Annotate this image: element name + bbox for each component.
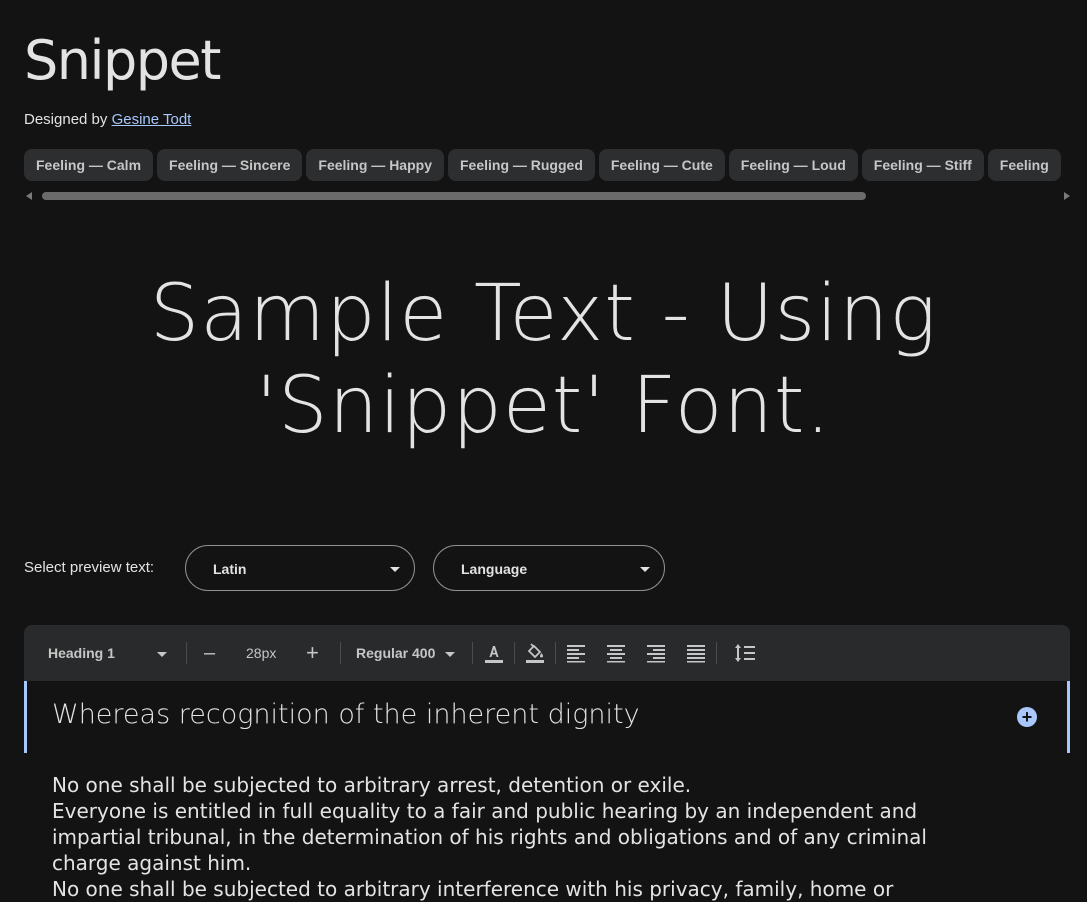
align-left-icon[interactable] bbox=[564, 641, 588, 665]
decrease-size-button[interactable]: – bbox=[204, 625, 215, 681]
divider bbox=[472, 642, 473, 664]
font-weight-select[interactable]: Regular 400 bbox=[356, 625, 456, 681]
script-dropdown-value: Latin bbox=[213, 561, 247, 577]
align-right-icon[interactable] bbox=[644, 641, 668, 665]
chevron-down-icon bbox=[390, 567, 400, 572]
tag-chip[interactable]: Feeling — Stiff bbox=[861, 149, 984, 181]
editor-paragraph: Everyone is entitled in full equality to… bbox=[52, 799, 927, 875]
designed-by-label: Designed by bbox=[24, 111, 112, 128]
sample-text-preview: Sample Text - Using 'Snippet' Font. bbox=[0, 268, 1087, 452]
script-dropdown[interactable]: Latin bbox=[185, 545, 415, 591]
language-dropdown-value: Language bbox=[461, 561, 528, 577]
tag-chip[interactable]: Feeling — Cute bbox=[598, 149, 725, 181]
scroll-right-arrow-icon[interactable] bbox=[1064, 192, 1070, 200]
chevron-down-icon bbox=[640, 567, 650, 572]
scroll-left-arrow-icon[interactable] bbox=[26, 192, 32, 200]
font-size-value[interactable]: 28px bbox=[246, 625, 276, 681]
tag-chip[interactable]: Feeling — Sincere bbox=[157, 149, 303, 181]
sample-line-1: Sample Text - Using bbox=[149, 269, 938, 359]
font-weight-value: Regular 400 bbox=[356, 645, 436, 661]
align-justify-icon[interactable] bbox=[684, 641, 708, 665]
editor-heading-text[interactable]: Whereas recognition of the inherent dign… bbox=[52, 699, 640, 730]
divider bbox=[555, 642, 556, 664]
tag-chip[interactable]: Feeling — Rugged bbox=[447, 149, 595, 181]
font-title: Snippet bbox=[24, 29, 221, 92]
divider bbox=[186, 642, 187, 664]
chevron-down-icon bbox=[156, 651, 167, 657]
highlight-color-icon[interactable] bbox=[523, 641, 547, 665]
tag-chip[interactable]: Feeling bbox=[987, 149, 1061, 181]
editor-heading-block[interactable]: Whereas recognition of the inherent dign… bbox=[24, 681, 1070, 753]
increase-size-button[interactable]: + bbox=[306, 625, 319, 681]
tag-chip[interactable]: Feeling — Loud bbox=[728, 149, 858, 181]
text-style-value: Heading 1 bbox=[48, 645, 115, 661]
line-height-icon[interactable] bbox=[733, 641, 757, 665]
sample-line-2: 'Snippet' Font. bbox=[255, 361, 832, 451]
text-color-icon[interactable] bbox=[482, 641, 506, 665]
chevron-down-icon bbox=[445, 651, 456, 657]
tag-chip[interactable]: Feeling — Calm bbox=[24, 149, 154, 181]
editor-body-text[interactable]: No one shall be subjected to arbitrary a… bbox=[52, 772, 932, 902]
tag-chip[interactable]: Feeling — Happy bbox=[306, 149, 444, 181]
designer-link[interactable]: Gesine Todt bbox=[112, 111, 192, 128]
tag-chips: Feeling — Calm Feeling — Sincere Feeling —… bbox=[24, 149, 1087, 181]
language-dropdown[interactable]: Language bbox=[433, 545, 665, 591]
text-style-select[interactable]: Heading 1 bbox=[48, 625, 167, 681]
designer-line: Designed by Gesine Todt bbox=[24, 111, 191, 128]
editor-toolbar: Heading 1 – 28px + Regular 400 bbox=[24, 625, 1070, 681]
editor-paragraph: No one shall be subjected to arbitrary a… bbox=[52, 773, 692, 797]
editor-paragraph: No one shall be subjected to arbitrary i… bbox=[52, 877, 894, 901]
align-center-icon[interactable] bbox=[604, 641, 628, 665]
preview-select-label: Select preview text: bbox=[24, 559, 155, 576]
divider bbox=[514, 642, 515, 664]
add-block-icon[interactable]: + bbox=[1017, 707, 1037, 727]
scroll-thumb[interactable] bbox=[42, 192, 866, 200]
divider bbox=[340, 642, 341, 664]
divider bbox=[716, 642, 717, 664]
tag-scrollbar[interactable] bbox=[26, 190, 1070, 202]
